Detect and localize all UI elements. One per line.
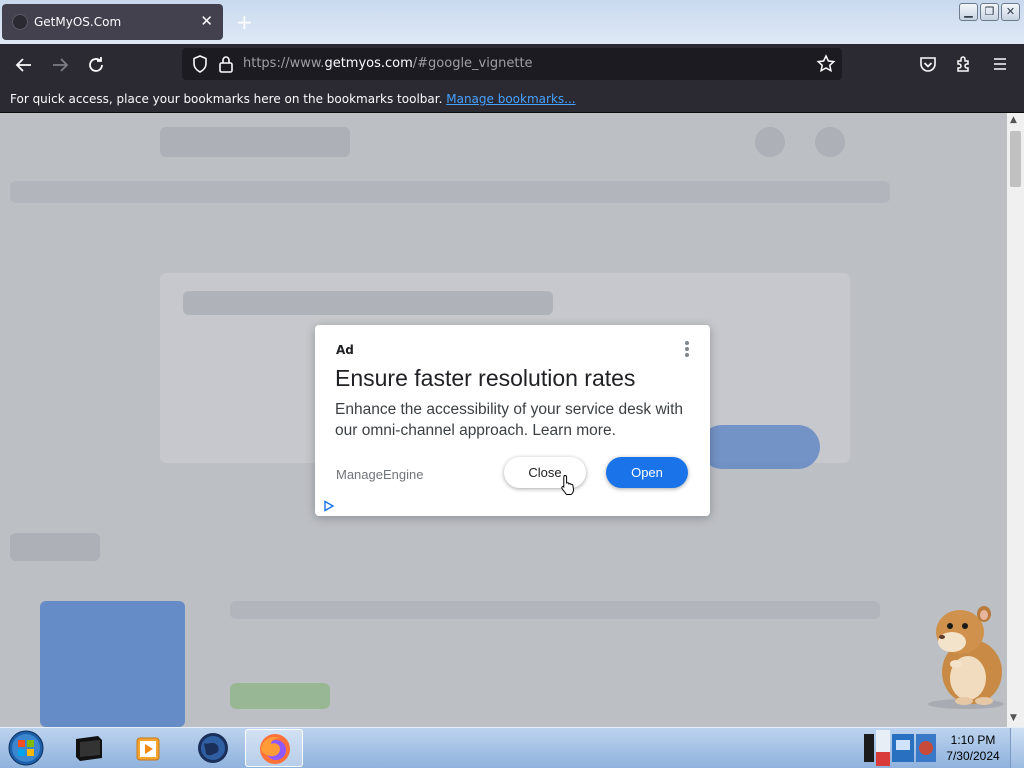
hamster-desktop-pet[interactable]: [920, 604, 1010, 710]
clock-date: 7/30/2024: [946, 749, 1000, 763]
tracking-protection-shield-icon[interactable]: [190, 54, 210, 74]
media-player-icon: [136, 737, 160, 761]
start-orb-icon[interactable]: [6, 730, 46, 766]
scroll-up-icon[interactable]: ▲: [1010, 115, 1017, 125]
terminal-icon: [76, 736, 102, 761]
open-button[interactable]: Open: [606, 457, 688, 488]
restore-icon[interactable]: ❐: [980, 3, 999, 21]
tab-close-icon[interactable]: ✕: [200, 12, 213, 30]
clock-time: 1:10 PM: [950, 733, 996, 747]
close-icon[interactable]: ✕: [1001, 3, 1020, 21]
blurred-logo: [160, 127, 350, 157]
blurred-badge: [230, 683, 330, 709]
blurred-section-title: [10, 533, 100, 561]
tab-title: GetMyOS.Com: [34, 15, 122, 29]
forward-arrow-icon[interactable]: [49, 54, 71, 76]
bookmark-star-icon[interactable]: [816, 54, 836, 74]
show-desktop-button[interactable]: [1010, 728, 1024, 768]
url-bar[interactable]: https://www.getmyos.com/#google_vignette: [182, 48, 842, 80]
ad-description[interactable]: Enhance the accessibility of your servic…: [335, 399, 695, 441]
new-tab-button[interactable]: +: [236, 10, 253, 34]
blurred-text: [230, 601, 880, 619]
back-arrow-icon[interactable]: [13, 54, 35, 76]
taskbar-terminal[interactable]: [60, 729, 118, 767]
url-suffix: /#google_vignette: [412, 56, 533, 71]
pocket-icon[interactable]: [917, 54, 939, 76]
vignette-ad-dialog: Ad Ensure faster resolution rates Enhanc…: [315, 325, 710, 516]
ad-label: Ad: [336, 343, 354, 357]
system-tray[interactable]: [864, 728, 938, 768]
taskbar-firefox[interactable]: [245, 729, 303, 767]
taskbar-media-player[interactable]: [121, 729, 179, 767]
blurred-button: [700, 425, 820, 469]
blurred-icon: [815, 127, 845, 157]
url-prefix: https://www.: [243, 56, 325, 71]
url-domain: getmyos.com: [324, 56, 413, 71]
globe-icon: [198, 733, 228, 763]
windows-taskbar: 1:10 PM 7/30/2024: [0, 727, 1024, 768]
blurred-thumbnail: [40, 601, 185, 727]
ad-options-kebab-icon[interactable]: [685, 341, 691, 359]
firefox-icon: [260, 734, 290, 764]
scroll-thumb[interactable]: [1010, 131, 1021, 187]
taskbar-globe[interactable]: [184, 729, 242, 767]
tab-getmyos[interactable]: GetMyOS.Com ✕: [2, 4, 223, 40]
manage-bookmarks-link[interactable]: Manage bookmarks...: [446, 92, 575, 106]
hamburger-menu-icon[interactable]: [989, 54, 1011, 76]
blurred-icon: [755, 127, 785, 157]
blurred-heading: [183, 291, 553, 315]
extensions-icon[interactable]: [953, 54, 975, 76]
ad-advertiser[interactable]: ManageEngine: [336, 467, 423, 482]
site-favicon-icon: [12, 14, 28, 30]
tab-strip: GetMyOS.Com ✕ + ▁ ❐ ✕: [0, 0, 1024, 44]
ad-title[interactable]: Ensure faster resolution rates: [335, 365, 635, 392]
url-text[interactable]: https://www.getmyos.com/#google_vignette: [243, 56, 533, 71]
hand-cursor-icon: [561, 474, 575, 495]
bookmarks-toolbar: For quick access, place your bookmarks h…: [0, 86, 1024, 113]
lock-icon[interactable]: [216, 54, 236, 74]
bookmarks-hint: For quick access, place your bookmarks h…: [10, 92, 443, 106]
taskbar-clock[interactable]: 1:10 PM 7/30/2024: [942, 732, 1004, 764]
adchoices-icon[interactable]: [323, 500, 335, 512]
blurred-nav: [10, 181, 890, 203]
minimize-icon[interactable]: ▁: [959, 3, 978, 21]
scroll-down-icon[interactable]: ▼: [1010, 713, 1017, 723]
navigation-toolbar: https://www.getmyos.com/#google_vignette: [0, 44, 1024, 86]
window-controls: ▁ ❐ ✕: [959, 3, 1020, 21]
reload-icon[interactable]: [85, 54, 107, 76]
